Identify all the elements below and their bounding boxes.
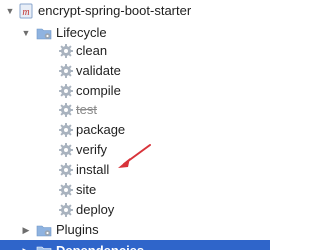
svg-text:m: m	[22, 7, 29, 18]
gear-icon	[59, 84, 73, 98]
folder-icon	[36, 225, 52, 237]
folder-icon	[36, 28, 52, 40]
goal-label: install	[76, 162, 110, 177]
goal-label: clean	[76, 43, 108, 58]
gear-icon	[59, 123, 73, 137]
project-name: encrypt-spring-boot-starter	[38, 3, 192, 18]
lifecycle-goal-deploy[interactable]: deploy	[0, 199, 270, 221]
lifecycle-goal-verify[interactable]: verify	[0, 139, 270, 161]
project-node[interactable]: ▼ m encrypt-spring-boot-starter	[0, 0, 270, 22]
dependencies-node[interactable]: ▶ Dependencies	[0, 240, 270, 250]
gear-icon	[59, 103, 73, 117]
chevron-right-icon[interactable]: ▶	[20, 219, 32, 241]
folder-icon	[36, 246, 52, 250]
gear-icon	[59, 203, 73, 217]
gear-icon	[59, 163, 73, 177]
plugins-node[interactable]: ▶ Plugins	[0, 219, 270, 241]
lifecycle-goal-validate[interactable]: validate	[0, 60, 270, 82]
gear-icon	[59, 64, 73, 78]
lifecycle-goal-package[interactable]: package	[0, 119, 270, 141]
goal-label-skipped: test	[76, 102, 97, 117]
maven-module-icon: m	[19, 3, 33, 19]
dependencies-label: Dependencies	[56, 240, 144, 250]
gear-icon	[59, 44, 73, 58]
goal-label: verify	[76, 142, 108, 157]
chevron-down-icon[interactable]: ▼	[4, 0, 16, 22]
plugins-label: Plugins	[56, 222, 99, 237]
lifecycle-goal-test[interactable]: test	[0, 99, 270, 121]
goal-label: package	[76, 122, 126, 137]
goal-label: site	[76, 182, 97, 197]
goal-label: validate	[76, 63, 121, 78]
lifecycle-goal-site[interactable]: site	[0, 179, 270, 201]
maven-projects-tree: ▼ m encrypt-spring-boot-starter ▼ Lifecy…	[0, 0, 270, 250]
chevron-right-icon[interactable]: ▶	[20, 240, 32, 250]
gear-icon	[59, 143, 73, 157]
lifecycle-goal-clean[interactable]: clean	[0, 40, 270, 62]
lifecycle-goal-install[interactable]: install	[0, 159, 270, 181]
gear-icon	[59, 183, 73, 197]
goal-label: deploy	[76, 202, 115, 217]
